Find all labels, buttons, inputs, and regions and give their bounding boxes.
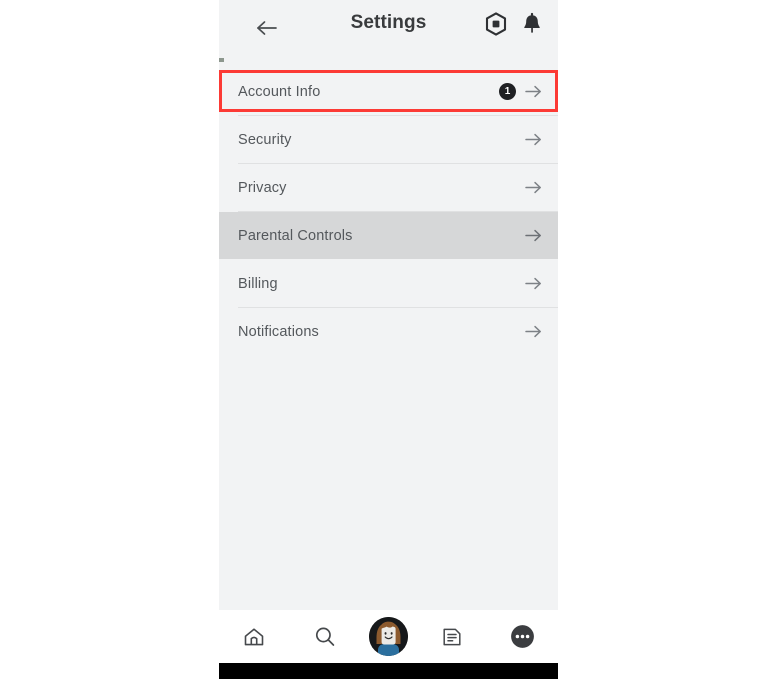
header-actions [483, 11, 545, 37]
settings-row-right [525, 180, 542, 195]
arrow-right-icon [525, 229, 541, 242]
settings-row-right [525, 324, 542, 339]
settings-row-right [525, 228, 542, 243]
search-icon [315, 627, 334, 646]
settings-row-billing[interactable]: Billing [219, 260, 558, 307]
home-indicator-bar [219, 663, 558, 679]
home-icon [244, 627, 264, 645]
avatar-icon [368, 617, 408, 656]
settings-row-label: Account Info [238, 83, 321, 100]
nav-item-home[interactable] [228, 615, 280, 659]
phone-viewport: Settings Account Info 1 Security Privacy… [219, 0, 558, 679]
status-badge: 1 [499, 83, 516, 100]
arrow-right-icon [525, 325, 541, 338]
settings-row-label: Billing [238, 275, 278, 292]
settings-row-security[interactable]: Security [219, 116, 558, 163]
settings-row-parental-controls[interactable]: Parental Controls [219, 212, 558, 259]
settings-row-label: Notifications [238, 323, 319, 340]
arrow-right-icon [525, 277, 541, 290]
bell-icon[interactable] [519, 11, 545, 37]
more-dots-icon [511, 625, 535, 648]
app-header: Settings [219, 0, 558, 58]
settings-row-label: Privacy [238, 179, 287, 196]
settings-row-account-info[interactable]: Account Info 1 [219, 68, 558, 115]
arrow-right-icon [525, 181, 541, 194]
settings-row-privacy[interactable]: Privacy [219, 164, 558, 211]
nav-item-chat[interactable] [426, 615, 478, 659]
bottom-navigation-bar [219, 610, 558, 663]
arrow-right-icon [525, 133, 541, 146]
arrow-right-icon [525, 85, 541, 98]
settings-row-notifications[interactable]: Notifications [219, 308, 558, 355]
nav-item-search[interactable] [299, 615, 351, 659]
settings-row-right [525, 132, 542, 147]
settings-row-right: 1 [499, 83, 542, 100]
settings-row-right [525, 276, 542, 291]
nav-item-avatar[interactable] [368, 617, 408, 656]
settings-row-label: Security [238, 131, 292, 148]
nav-item-more[interactable] [497, 615, 549, 659]
roblox-logo-icon[interactable] [483, 11, 509, 37]
settings-list: Account Info 1 Security Privacy Parental… [219, 68, 558, 355]
settings-row-label: Parental Controls [238, 227, 353, 244]
chat-icon [443, 628, 461, 645]
